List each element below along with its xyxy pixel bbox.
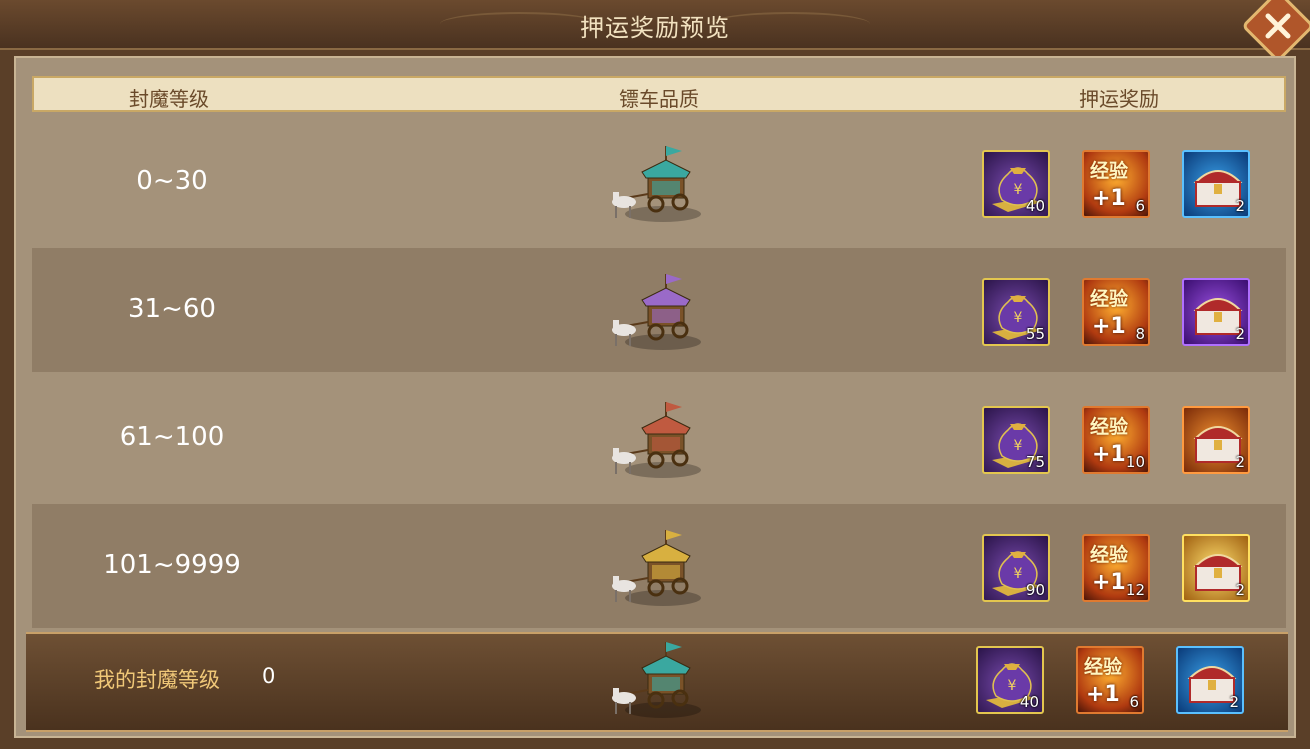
exp-label: 经验 (1090, 160, 1129, 182)
table-header: 封魔等级 镖车品质 押运奖励 (32, 76, 1286, 112)
header-level: 封魔等级 (129, 87, 209, 111)
exp-plus: +1 (1092, 570, 1126, 595)
svg-text:¥: ¥ (1014, 182, 1023, 198)
reward-exp[interactable]: 经验 +1 12 (1082, 534, 1150, 602)
teal-cart-icon (608, 638, 704, 722)
exp-label: 经验 (1090, 416, 1129, 438)
svg-text:¥: ¥ (1008, 678, 1017, 694)
reward-gold-chest[interactable]: 2 (1182, 534, 1250, 602)
my-level-label: 我的封魔等级 (94, 668, 220, 692)
reward-quantity: 55 (1025, 325, 1045, 343)
reward-money-bag[interactable]: ¥55 (982, 278, 1050, 346)
reward-exp[interactable]: 经验 +1 8 (1082, 278, 1150, 346)
reward-row: 0~30 ¥40 经验 +1 6 2 (32, 120, 1286, 244)
close-icon (1265, 13, 1291, 39)
svg-text:¥: ¥ (1014, 438, 1023, 454)
level-range: 0~30 (136, 166, 208, 196)
reward-exp[interactable]: 经验 +1 6 (1082, 150, 1150, 218)
my-level-value: 0 (262, 664, 276, 688)
reward-quantity: 8 (1135, 325, 1145, 343)
window-title: 押运奖励预览 (580, 14, 730, 42)
reward-row: 61~100 ¥75 经验 +1 10 2 (32, 376, 1286, 500)
exp-plus: +1 (1092, 442, 1126, 467)
reward-quantity: 2 (1235, 197, 1245, 215)
reward-orange-chest[interactable]: 2 (1182, 406, 1250, 474)
level-range: 61~100 (119, 422, 225, 452)
exp-plus: +1 (1086, 682, 1120, 707)
title-bar: 押运奖励预览 (0, 0, 1310, 50)
header-cart-quality: 镖车品质 (619, 87, 699, 111)
content-panel: 封魔等级 镖车品质 押运奖励 0~30 ¥40 经验 +1 6 2 31~60 ¥55 经验 +1… (14, 56, 1296, 738)
svg-text:¥: ¥ (1014, 310, 1023, 326)
reward-quantity: 40 (1025, 197, 1045, 215)
reward-quantity: 2 (1235, 581, 1245, 599)
reward-quantity: 12 (1125, 581, 1145, 599)
reward-quantity: 40 (1019, 693, 1039, 711)
reward-purple-chest[interactable]: 2 (1182, 278, 1250, 346)
reward-money-bag[interactable]: ¥40 (976, 646, 1044, 714)
level-range: 101~9999 (103, 550, 241, 580)
exp-plus: +1 (1092, 186, 1126, 211)
my-level-row: 我的封魔等级 0 ¥40 经验 +1 6 2 (26, 632, 1288, 732)
reward-quantity: 2 (1229, 693, 1239, 711)
exp-label: 经验 (1090, 288, 1129, 310)
reward-quantity: 75 (1025, 453, 1045, 471)
reward-quantity: 2 (1235, 325, 1245, 343)
level-range: 31~60 (128, 294, 216, 324)
gold-cart-icon (608, 526, 704, 610)
reward-blue-chest[interactable]: 2 (1176, 646, 1244, 714)
reward-quantity: 6 (1135, 197, 1145, 215)
header-rewards: 押运奖励 (1079, 87, 1159, 111)
reward-quantity: 2 (1235, 453, 1245, 471)
svg-text:¥: ¥ (1014, 566, 1023, 582)
reward-exp[interactable]: 经验 +1 10 (1082, 406, 1150, 474)
reward-row: 31~60 ¥55 经验 +1 8 2 (32, 248, 1286, 372)
reward-money-bag[interactable]: ¥75 (982, 406, 1050, 474)
exp-plus: +1 (1092, 314, 1126, 339)
reward-quantity: 10 (1125, 453, 1145, 471)
reward-money-bag[interactable]: ¥90 (982, 534, 1050, 602)
reward-quantity: 90 (1025, 581, 1045, 599)
reward-money-bag[interactable]: ¥40 (982, 150, 1050, 218)
purple-cart-icon (608, 270, 704, 354)
teal-cart-icon (608, 142, 704, 226)
reward-quantity: 6 (1129, 693, 1139, 711)
exp-label: 经验 (1084, 656, 1123, 678)
reward-exp[interactable]: 经验 +1 6 (1076, 646, 1144, 714)
reward-preview-window: 押运奖励预览 封魔等级 镖车品质 押运奖励 0~30 ¥40 经验 +1 6 2 31~60… (0, 0, 1310, 749)
red-cart-icon (608, 398, 704, 482)
reward-row: 101~9999 ¥90 经验 +1 12 2 (32, 504, 1286, 628)
exp-label: 经验 (1090, 544, 1129, 566)
reward-blue-chest[interactable]: 2 (1182, 150, 1250, 218)
